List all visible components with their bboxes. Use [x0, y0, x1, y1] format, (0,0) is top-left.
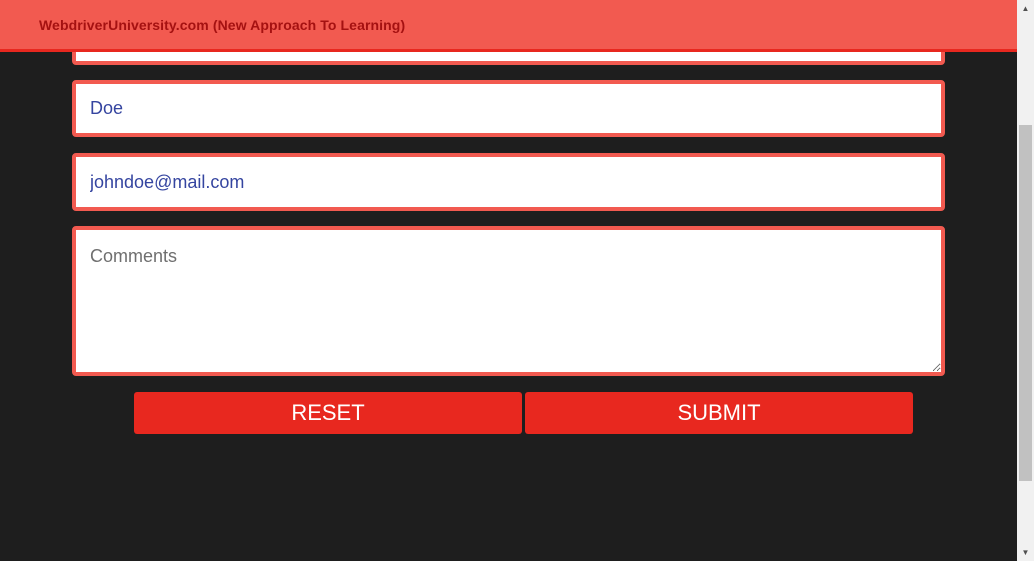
submit-button[interactable]: SUBMIT [525, 392, 913, 434]
comments-textarea[interactable] [72, 226, 945, 376]
scroll-up-arrow-icon[interactable]: ▲ [1017, 0, 1034, 17]
vertical-scrollbar[interactable]: ▲ ▼ [1017, 0, 1034, 561]
last-name-input[interactable] [72, 80, 945, 137]
reset-button[interactable]: RESET [134, 392, 522, 434]
email-input[interactable] [72, 153, 945, 211]
page: WebdriverUniversity.com (New Approach To… [0, 0, 1017, 561]
brand-link[interactable]: WebdriverUniversity.com (New Approach To… [39, 17, 405, 33]
navbar: WebdriverUniversity.com (New Approach To… [0, 0, 1017, 52]
scroll-down-arrow-icon[interactable]: ▼ [1017, 544, 1034, 561]
scroll-thumb[interactable] [1019, 125, 1032, 481]
